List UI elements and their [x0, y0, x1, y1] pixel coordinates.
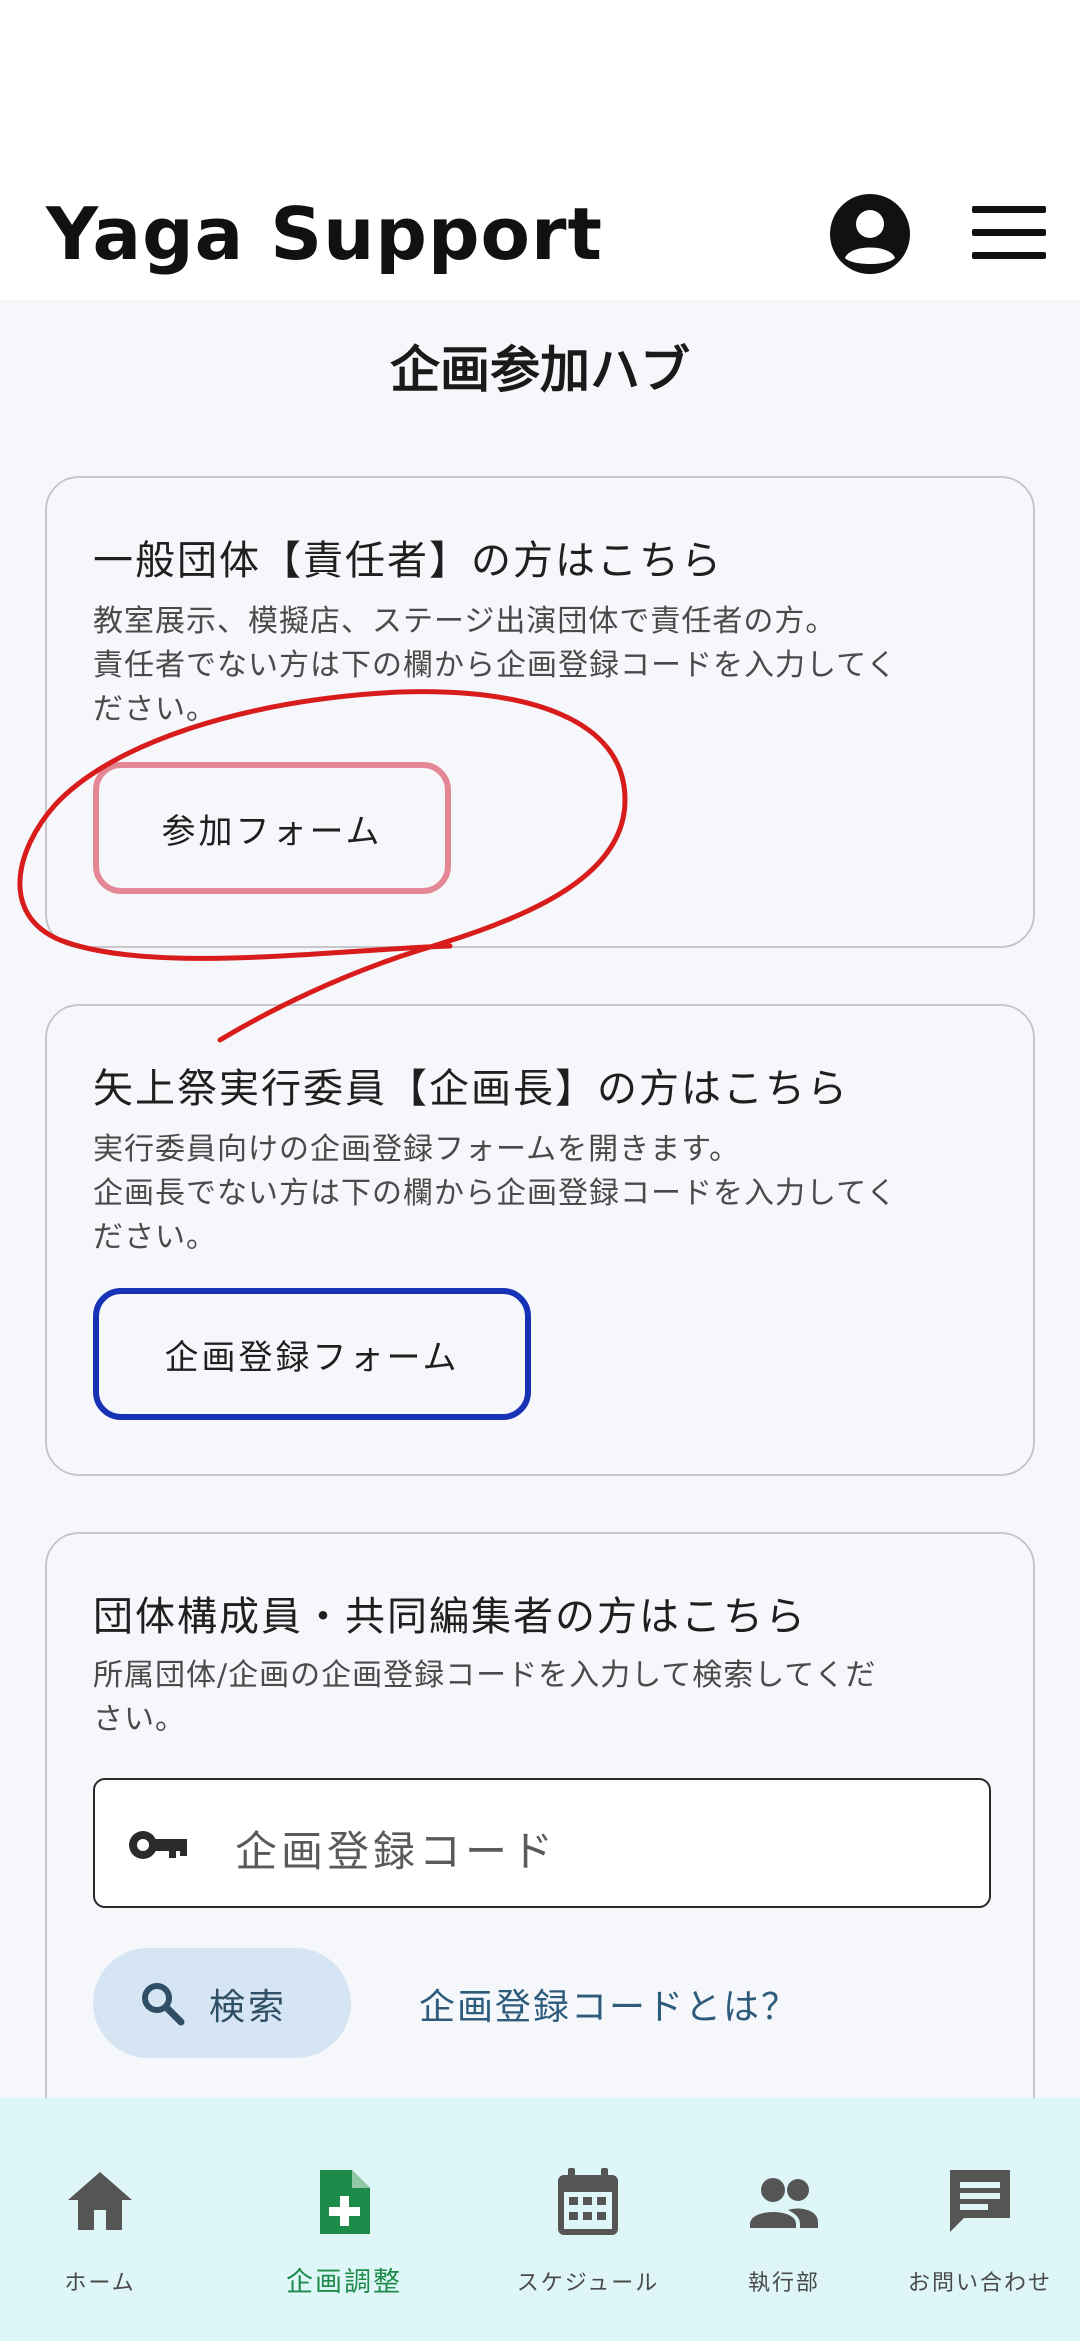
app-header: Yaga Support [0, 180, 1080, 300]
nav-item-contact[interactable]: お問い合わせ [880, 2098, 1080, 2341]
code-input-placeholder: 企画登録コード [235, 1827, 558, 1876]
card-title: 一般団体【責任者】の方はこちら [93, 538, 723, 584]
card-description: 所属団体/企画の企画登録コードを入力して検索してくだ さい。 [93, 1654, 993, 1742]
brand-logo[interactable]: Yaga Support [46, 198, 603, 270]
desc-line: 責任者でない方は下の欄から企画登録コードを入力してく [93, 648, 898, 683]
project-code-input[interactable]: 企画登録コード [93, 1778, 991, 1908]
desc-line: ださい。 [93, 1220, 217, 1255]
nav-label: お問い合わせ [907, 2271, 1052, 2296]
chat-icon [950, 2170, 1010, 2232]
card-title: 団体構成員・共同編集者の方はこちら [93, 1594, 807, 1640]
desc-line: 実行委員向けの企画登録フォームを開きます。 [93, 1132, 741, 1167]
add-document-icon [320, 2170, 370, 2234]
desc-line: 教室展示、模擬店、ステージ出演団体で責任者の方。 [93, 604, 837, 639]
desc-line: 企画長でない方は下の欄から企画登録コードを入力してく [93, 1176, 898, 1211]
nav-label: ホーム [64, 2271, 136, 2296]
nav-label: 企画調整 [286, 2267, 402, 2298]
project-registration-form-button[interactable]: 企画登録フォーム [93, 1288, 531, 1420]
account-circle-icon[interactable] [828, 192, 912, 276]
search-button[interactable]: 検索 [93, 1948, 351, 2058]
nav-label: 執行部 [747, 2271, 820, 2296]
participation-form-button[interactable]: 参加フォーム [93, 762, 451, 894]
nav-item-home[interactable]: ホーム [0, 2098, 200, 2341]
status-bar-area [0, 0, 1080, 180]
general-group-card: 一般団体【責任者】の方はこちら 教室展示、模擬店、ステージ出演団体で責任者の方。… [45, 476, 1035, 948]
desc-line: 所属団体/企画の企画登録コードを入力して検索してくだ [93, 1658, 877, 1693]
home-icon [68, 2172, 132, 2230]
card-title: 矢上祭実行委員【企画長】の方はこちら [93, 1066, 849, 1112]
page-title: 企画参加ハブ [390, 340, 690, 399]
search-button-label: 検索 [209, 1987, 288, 2028]
members-card: 団体構成員・共同編集者の方はこちら 所属団体/企画の企画登録コードを入力して検索… [45, 1532, 1035, 2132]
calendar-icon [558, 2168, 618, 2235]
desc-line: ださい。 [93, 692, 217, 727]
desc-line: さい。 [93, 1702, 186, 1737]
people-icon [750, 2178, 818, 2228]
nav-item-executive[interactable]: 執行部 [684, 2098, 884, 2341]
what-is-project-code-link[interactable]: 企画登録コードとは？ [419, 1978, 799, 2030]
card-description: 実行委員向けの企画登録フォームを開きます。 企画長でない方は下の欄から企画登録コ… [93, 1128, 993, 1260]
nav-item-schedule[interactable]: スケジュール [488, 2098, 688, 2341]
nav-item-project-coordination[interactable]: 企画調整 [244, 2098, 444, 2341]
hamburger-menu-icon[interactable] [970, 202, 1048, 264]
card-description: 教室展示、模擬店、ステージ出演団体で責任者の方。 責任者でない方は下の欄から企画… [93, 600, 993, 732]
search-icon [142, 1983, 185, 2026]
key-icon [129, 1831, 187, 1859]
committee-card: 矢上祭実行委員【企画長】の方はこちら 実行委員向けの企画登録フォームを開きます。… [45, 1004, 1035, 1476]
bottom-navigation: ホーム 企画調整 スケジュール 執行部 お問い合わせ [0, 2098, 1080, 2341]
nav-label: スケジュール [516, 2271, 660, 2296]
